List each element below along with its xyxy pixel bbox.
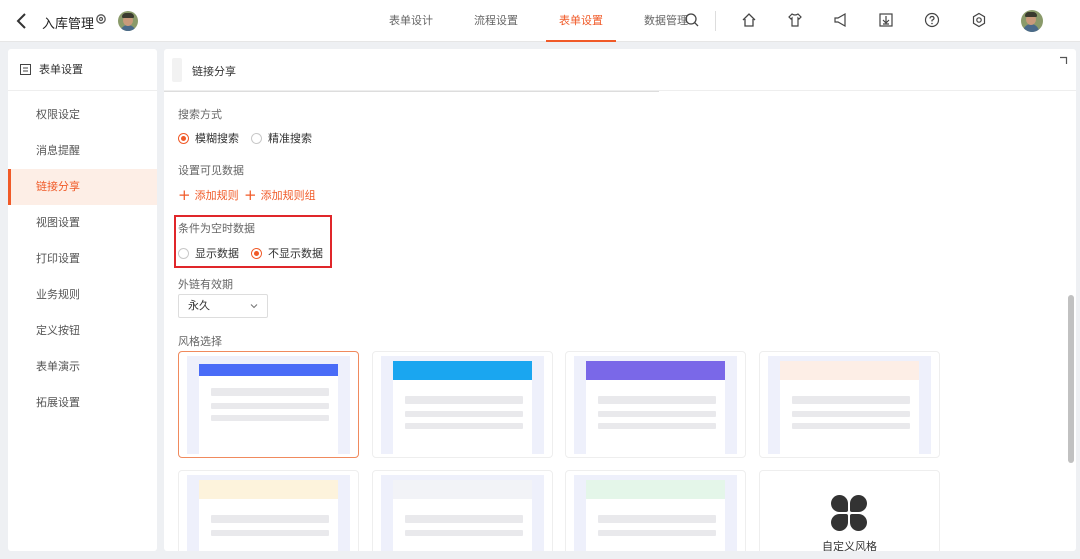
sidebar-item-link-share[interactable]: 链接分享 <box>8 169 157 205</box>
radio-fuzzy-search[interactable]: 模糊搜索 <box>178 130 239 146</box>
custom-style-label: 自定义风格 <box>822 540 877 551</box>
back-arrow-icon[interactable] <box>14 11 30 31</box>
add-rule-label: 添加规则 <box>194 189 239 202</box>
radio-checked-icon[interactable] <box>251 247 262 259</box>
validity-select[interactable]: 永久 <box>178 294 268 318</box>
sidebar-item-extension-settings[interactable]: 拓展设置 <box>8 385 157 421</box>
radio-show-data[interactable]: 显示数据 <box>178 245 239 261</box>
empty-condition-label: 条件为空时数据 <box>178 222 255 235</box>
style-thumbnail <box>574 356 737 454</box>
plus-icon: + <box>244 185 257 204</box>
sidebar-item-form-demo[interactable]: 表单演示 <box>8 349 157 385</box>
sidebar-item-view-settings[interactable]: 视图设置 <box>8 205 157 241</box>
sidebar-item-custom-buttons[interactable]: 定义按钮 <box>8 313 157 349</box>
add-rule-link[interactable]: + 添加规则 <box>178 187 239 203</box>
style-card-3[interactable] <box>565 351 746 458</box>
settings-icon[interactable] <box>971 12 987 28</box>
radio-label: 精准搜索 <box>268 132 312 145</box>
app-title: 入库管理 <box>42 17 95 32</box>
main-panel: 链接分享 搜索方式 模糊搜索 精准搜索 设置可见数据 + 添加规则 + 添加规则组 … <box>164 49 1076 551</box>
visible-data-label: 设置可见数据 <box>178 164 244 177</box>
style-thumbnail <box>768 356 931 454</box>
radio-unchecked-icon[interactable] <box>178 247 189 259</box>
radio-label: 不显示数据 <box>268 247 323 260</box>
clover-icon <box>831 495 867 531</box>
style-label: 风格选择 <box>178 335 222 348</box>
tab-flow-settings[interactable]: 流程设置 <box>461 0 531 42</box>
plus-icon: + <box>178 185 191 204</box>
radio-checked-icon[interactable] <box>178 132 189 144</box>
style-card-6[interactable] <box>372 470 553 551</box>
page-title: 链接分享 <box>192 65 236 78</box>
scrollbar[interactable] <box>1068 295 1074 463</box>
sidebar: 表单设置 权限设定 消息提醒 链接分享 视图设置 打印设置 业务规则 定义按钮 … <box>8 49 157 551</box>
style-thumbnail <box>381 356 544 454</box>
validity-label: 外链有效期 <box>178 278 233 291</box>
add-rule-group-label: 添加规则组 <box>260 189 316 202</box>
divider <box>164 91 659 92</box>
corner-expand-icon[interactable] <box>1058 56 1068 66</box>
empty-condition-radio-group: 显示数据 不显示数据 <box>178 245 335 261</box>
main-header: 链接分享 <box>164 49 1076 91</box>
style-card-5[interactable] <box>178 470 359 551</box>
user-avatar[interactable] <box>1021 10 1043 32</box>
add-rule-group-link[interactable]: + 添加规则组 <box>244 187 316 203</box>
search-mode-radio-group: 模糊搜索 精准搜索 <box>178 130 324 146</box>
style-thumbnail <box>381 475 544 551</box>
style-thumbnail <box>187 475 350 551</box>
radio-hide-data[interactable]: 不显示数据 <box>251 245 323 261</box>
download-icon[interactable] <box>878 12 894 28</box>
sidebar-item-notifications[interactable]: 消息提醒 <box>8 133 157 169</box>
sidebar-item-business-rules[interactable]: 业务规则 <box>8 277 157 313</box>
radio-label: 显示数据 <box>195 247 239 260</box>
gear-icon[interactable] <box>95 13 107 25</box>
sidebar-header: 表单设置 <box>8 49 157 91</box>
style-card-7[interactable] <box>565 470 746 551</box>
sidebar-item-print-settings[interactable]: 打印设置 <box>8 241 157 277</box>
style-card-1[interactable] <box>178 351 359 458</box>
style-thumbnail <box>187 356 350 457</box>
search-mode-label: 搜索方式 <box>178 108 222 121</box>
style-thumbnail <box>574 475 737 551</box>
style-card-2[interactable] <box>372 351 553 458</box>
avatar[interactable] <box>118 11 138 31</box>
radio-unchecked-icon[interactable] <box>251 132 262 144</box>
home-icon[interactable] <box>741 12 757 28</box>
top-tabs: 表单设计 流程设置 表单设置 数据管理 <box>376 0 716 42</box>
megaphone-icon[interactable] <box>833 12 849 28</box>
radio-exact-search[interactable]: 精准搜索 <box>251 130 312 146</box>
divider <box>715 11 716 31</box>
top-bar: 入库管理 表单设计 流程设置 表单设置 数据管理 <box>0 0 1080 42</box>
radio-label: 模糊搜索 <box>195 132 239 145</box>
custom-style-card[interactable]: 自定义风格 <box>759 470 940 551</box>
help-icon[interactable] <box>924 12 940 28</box>
search-icon[interactable] <box>685 13 699 27</box>
style-card-4[interactable] <box>759 351 940 458</box>
validity-value: 永久 <box>188 299 210 312</box>
collapse-button[interactable] <box>172 58 182 82</box>
chevron-down-icon <box>250 304 258 309</box>
form-icon <box>20 64 31 75</box>
tab-form-design[interactable]: 表单设计 <box>376 0 446 42</box>
tshirt-icon[interactable] <box>787 12 803 28</box>
tab-form-settings[interactable]: 表单设置 <box>546 0 616 42</box>
sidebar-item-permissions[interactable]: 权限设定 <box>8 97 157 133</box>
sidebar-title: 表单设置 <box>39 62 83 76</box>
